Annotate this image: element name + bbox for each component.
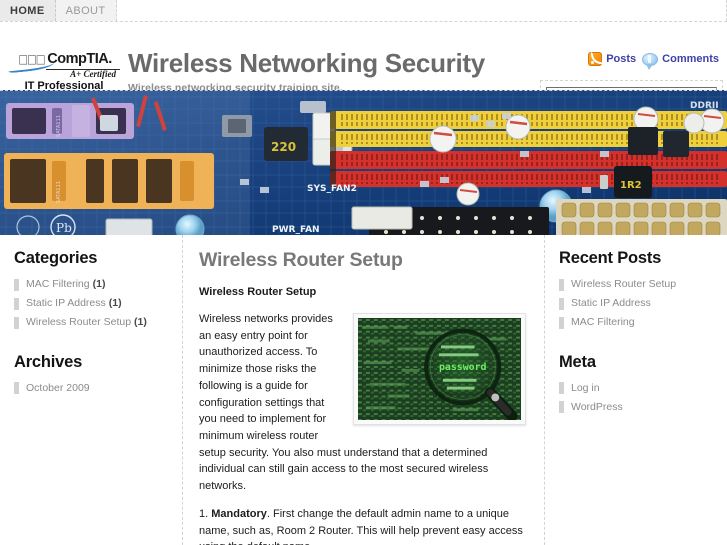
password-figure-image: password [358,318,521,420]
comments-feed-label: Comments [662,53,719,65]
comptia-certification-text: A+ Certified [46,68,120,79]
widget-meta-title: Meta [559,352,596,371]
right-sidebar: Recent Posts Wireless Router Setup Stati… [545,235,727,545]
recent-post-link[interactable]: MAC Filtering [571,315,635,330]
motherboard-illustration: SATA111 SATA111 Pb 220 DDRII SYS_FAN2 PW… [0,91,727,235]
recent-posts-list: Wireless Router Setup Static IP Address … [559,275,717,333]
svg-text:PWR_FAN: PWR_FAN [272,225,320,235]
svg-text:SYS_FAN2: SYS_FAN2 [307,184,357,194]
nav-item-home[interactable]: HOME [0,0,56,21]
comments-feed-link[interactable]: Comments [642,52,719,70]
category-count: (1) [108,297,122,310]
main-content: Wireless Router Setup Wireless Router Se… [183,235,545,545]
post-title: Wireless Router Setup [199,249,403,271]
list-item[interactable]: Wireless Router Setup [559,275,717,294]
svg-text:1R2: 1R2 [620,180,642,191]
list-item[interactable]: Wireless Router Setup (1) [14,313,172,332]
post-subtitle: Wireless Router Setup [199,286,317,298]
widget-recent-posts: Recent Posts Wireless Router Setup Stati… [559,249,717,333]
list-item[interactable]: October 2009 [14,379,172,398]
svg-text:Pb: Pb [56,221,72,235]
primary-navigation: HOME ABOUT [0,0,727,22]
widget-meta: Meta Log in WordPress [559,353,717,417]
post-item-1-strong: Mandatory [211,507,267,520]
comptia-mark-icon: □□□ [18,52,46,67]
list-item[interactable]: Log in [559,379,717,398]
meta-login-link[interactable]: Log in [571,381,600,396]
rss-icon [588,51,604,66]
header-banner-image: SATA111 SATA111 Pb 220 DDRII SYS_FAN2 PW… [0,90,727,235]
feed-links: Posts Comments [588,51,719,70]
categories-list: MAC Filtering (1) Static IP Address (1) … [14,275,172,333]
widget-recent-posts-title: Recent Posts [559,249,662,267]
widget-archives-title: Archives [14,352,83,371]
bullet-icon [559,278,564,291]
bullet-icon [14,297,19,310]
list-item[interactable]: Static IP Address [559,294,717,313]
post-item-1: 1. Mandatory. First change the default a… [199,506,526,545]
category-link[interactable]: MAC Filtering [26,277,90,292]
bullet-icon [559,382,564,395]
archive-link[interactable]: October 2009 [26,381,90,396]
widget-categories: Categories MAC Filtering (1) Static IP A… [14,249,172,333]
page-title: Wireless Networking Security [128,48,485,78]
nav-filler [116,0,727,21]
category-count: (1) [134,316,147,329]
svg-text:220: 220 [271,140,296,154]
svg-text:SATA111: SATA111 [56,115,62,137]
comment-bubble-icon [642,52,659,70]
recent-post-link[interactable]: Wireless Router Setup [571,277,676,292]
meta-list: Log in WordPress [559,379,717,417]
bullet-icon [14,317,19,330]
nav-item-about[interactable]: ABOUT [55,0,117,21]
post-body: password Wireless networks provides an e… [199,311,526,545]
svg-text:SATA111: SATA111 [56,181,62,203]
figure-highlight-word: password [439,362,487,373]
bullet-icon [559,297,564,310]
bullet-icon [559,317,564,330]
content-columns: Categories MAC Filtering (1) Static IP A… [0,235,727,545]
site-title-block: Wireless Networking Security Wireless ne… [128,50,485,94]
posts-feed-label: Posts [606,53,637,65]
category-count: (1) [92,278,106,290]
password-figure: password [353,313,526,425]
list-item[interactable]: MAC Filtering [559,313,717,332]
comptia-logo: □□□ CompTIA. A+ Certified IT Professiona… [7,51,120,92]
bullet-icon [14,278,19,291]
posts-feed-link[interactable]: Posts [588,51,637,66]
matrix-code-illustration: password [358,318,521,420]
list-item[interactable]: MAC Filtering (1) [14,275,172,294]
recent-post-link[interactable]: Static IP Address [571,296,651,311]
post-item-1-number: 1. [199,507,209,520]
category-link[interactable]: Static IP Address [26,296,106,311]
comptia-brand-text: CompTIA. [47,51,112,67]
archives-list: October 2009 [14,379,172,398]
bullet-icon [559,401,564,414]
site-header: □□□ CompTIA. A+ Certified IT Professiona… [0,22,727,109]
list-item[interactable]: Static IP Address (1) [14,294,172,313]
category-link[interactable]: Wireless Router Setup [26,315,131,330]
list-item[interactable]: WordPress [559,398,717,417]
left-sidebar: Categories MAC Filtering (1) Static IP A… [0,235,183,545]
bullet-icon [14,382,19,395]
widget-archives: Archives October 2009 [14,353,172,398]
widget-categories-title: Categories [14,249,98,267]
meta-wordpress-link[interactable]: WordPress [571,400,623,415]
comptia-logo-row: □□□ CompTIA. [7,51,120,73]
